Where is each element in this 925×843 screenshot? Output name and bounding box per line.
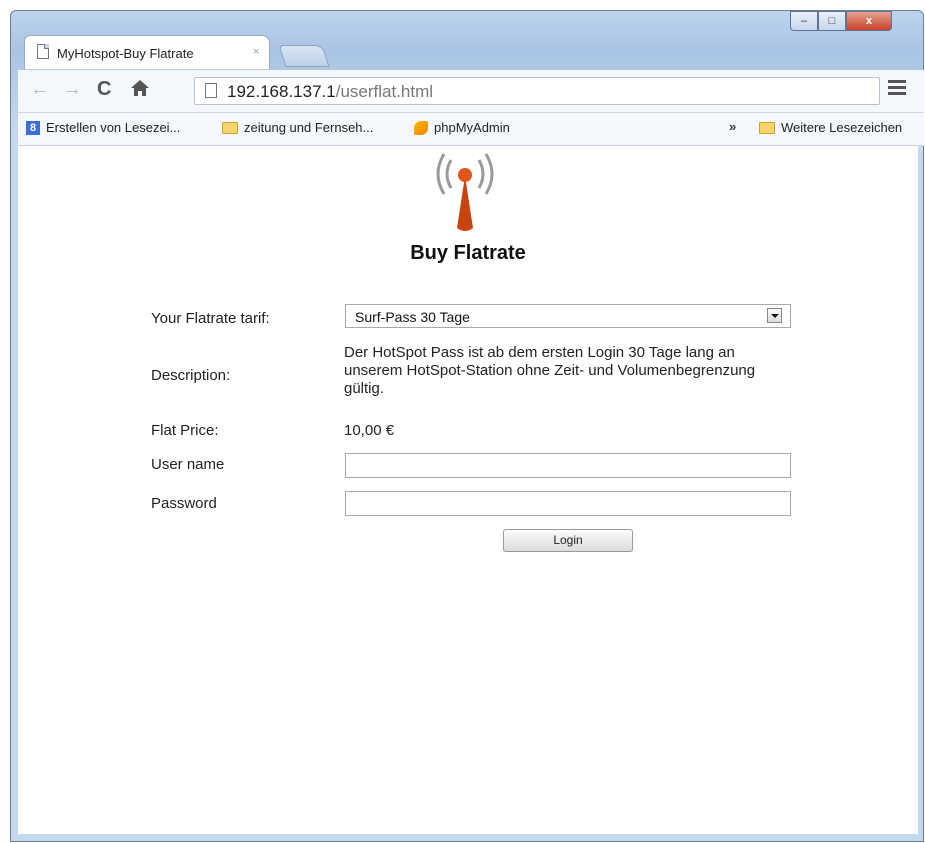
- home-icon[interactable]: [130, 79, 150, 101]
- g-icon: 8: [26, 120, 40, 135]
- reload-icon[interactable]: C: [97, 79, 111, 99]
- tab-close-icon[interactable]: ×: [253, 46, 259, 58]
- menu-icon[interactable]: [888, 80, 906, 100]
- folder-icon: [759, 121, 775, 134]
- login-button[interactable]: Login: [503, 529, 633, 552]
- hotspot-logo-icon: [436, 153, 494, 231]
- username-label: User name: [151, 456, 225, 473]
- url-text: 192.168.137.1/userflat.html: [227, 82, 434, 101]
- back-arrow-icon[interactable]: ←: [30, 79, 50, 99]
- price-value: 10,00 €: [344, 422, 395, 439]
- new-tab-button[interactable]: [278, 45, 330, 67]
- other-bookmarks[interactable]: Weitere Lesezeichen: [759, 120, 902, 135]
- maximize-button[interactable]: □: [818, 11, 846, 31]
- username-field[interactable]: [345, 453, 791, 478]
- tab-title: MyHotspot-Buy Flatrate: [57, 46, 194, 61]
- bookmarks-bar: 8 Erstellen von Lesezei... zeitung und F…: [18, 113, 924, 146]
- bookmark-item[interactable]: 8 Erstellen von Lesezei...: [26, 120, 180, 135]
- bookmark-item[interactable]: zeitung und Fernseh...: [222, 120, 373, 135]
- page-content: Buy Flatrate Your Flatrate tarif: Surf-P…: [18, 146, 918, 834]
- page-icon: [37, 44, 49, 59]
- password-label: Password: [151, 495, 217, 512]
- page-icon: [205, 83, 217, 98]
- window-controls: – □ x: [790, 11, 892, 35]
- address-bar[interactable]: 192.168.137.1/userflat.html: [194, 77, 880, 105]
- close-button[interactable]: x: [846, 11, 892, 31]
- tarif-label: Your Flatrate tarif:: [151, 310, 270, 327]
- forward-arrow-icon[interactable]: →: [62, 79, 82, 99]
- bookmarks-overflow-icon[interactable]: »: [729, 119, 736, 134]
- description-label: Description:: [151, 367, 231, 384]
- tab-active[interactable]: MyHotspot-Buy Flatrate ×: [24, 35, 270, 69]
- folder-icon: [222, 121, 238, 134]
- browser-toolbar: ← → C 192.168.137.1/userflat.html: [18, 70, 924, 113]
- description-text: Der HotSpot Pass ist ab dem ersten Login…: [344, 344, 756, 397]
- price-label: Flat Price:: [151, 422, 219, 439]
- tarif-select[interactable]: Surf-Pass 30 Tage: [345, 304, 791, 328]
- bookmark-item[interactable]: phpMyAdmin: [414, 120, 510, 135]
- minimize-button[interactable]: –: [790, 11, 818, 31]
- password-field[interactable]: [345, 491, 791, 516]
- page-title: Buy Flatrate: [410, 242, 526, 264]
- chevron-down-icon: [767, 308, 782, 323]
- phpmyadmin-icon: [414, 120, 428, 135]
